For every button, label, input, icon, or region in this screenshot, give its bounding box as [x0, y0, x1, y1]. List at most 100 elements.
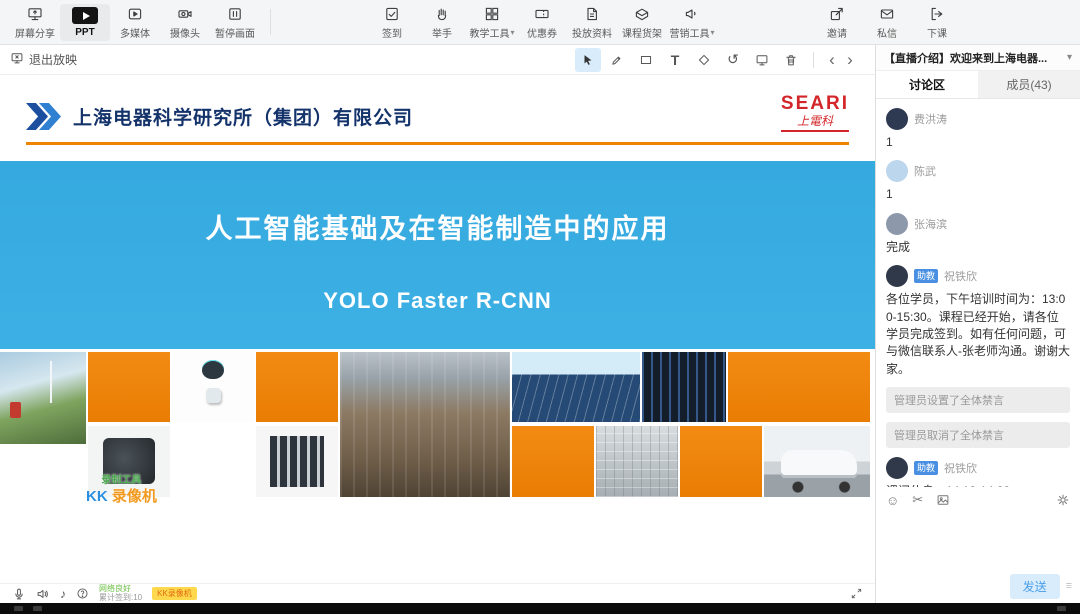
pause-screen-icon	[227, 5, 243, 23]
collage-photo-wind-turbine	[0, 352, 86, 444]
toolbar-button-teaching-tools[interactable]: 教学工具▾	[467, 2, 517, 43]
chevron-down-icon: ▾	[510, 28, 514, 37]
live-intro-title: 【直播介绍】欢迎来到上海电器...	[884, 50, 1063, 66]
microphone-icon[interactable]	[12, 587, 26, 601]
tool-trash[interactable]	[778, 48, 804, 72]
slide-canvas: 上海电器科学研究所（集团）有限公司 SEARI 上電科 人工智能基础及在智能制造…	[0, 75, 875, 583]
toolbar-button-raise-hand[interactable]: 举手	[417, 2, 467, 43]
slide-subtitle: YOLO Faster R-CNN	[323, 288, 551, 314]
toolbar-button-label: PPT	[75, 27, 94, 38]
toolbar-button-screen-share[interactable]: 屏幕分享	[10, 2, 60, 43]
speaker-icon[interactable]	[36, 587, 50, 601]
screen-share-icon	[27, 5, 43, 23]
toolbar-divider	[270, 9, 271, 35]
toolbar-button-multimedia[interactable]: 多媒体	[110, 2, 160, 43]
toolbar-button-pause-screen[interactable]: 暂停画面	[210, 2, 260, 43]
collage-tile-orange	[728, 352, 870, 422]
chevron-down-icon: ▾	[710, 28, 714, 37]
toolbar-button-private-message[interactable]: 私信	[862, 2, 912, 43]
toolbar-button-camera[interactable]: 摄像头	[160, 2, 210, 43]
tool-rectangle[interactable]	[633, 48, 659, 72]
camera-icon	[177, 5, 193, 23]
tool-eraser[interactable]	[691, 48, 717, 72]
tool-text[interactable]: T	[662, 48, 688, 72]
tab-discussion[interactable]: 讨论区	[876, 71, 978, 98]
collage-photo-robot	[172, 352, 254, 422]
recorder-watermark: 录制工具 KK 录像机	[86, 475, 157, 506]
prev-slide-button[interactable]: ‹	[823, 51, 841, 68]
collage-photo-solar-panels	[512, 352, 640, 422]
sender-name: 费洪涛	[914, 111, 947, 127]
toolbar-group-right: 邀请 私信 下课	[812, 2, 962, 43]
toolbar-button-coupon[interactable]: 优惠券	[517, 2, 567, 43]
tool-cursor[interactable]	[575, 48, 601, 72]
settings-gear-button[interactable]	[1056, 493, 1070, 507]
collage-tile-orange	[680, 426, 762, 497]
system-message: 管理员设置了全体禁言	[886, 387, 1070, 413]
toolbar-button-label: 举手	[432, 25, 452, 40]
taskbar-icon[interactable]	[14, 606, 23, 611]
avatar	[886, 108, 908, 130]
avatar	[886, 160, 908, 182]
chat-input-toolbar: ☺ ✂	[876, 487, 1080, 513]
slide-header: 上海电器科学研究所（集团）有限公司 SEARI 上電科	[0, 75, 875, 132]
emoji-button[interactable]: ☺	[886, 493, 899, 508]
toolbar-button-ppt[interactable]: PPT	[60, 4, 110, 41]
tool-pen[interactable]	[604, 48, 630, 72]
exit-projection-icon	[10, 51, 24, 68]
taskbar-icon[interactable]	[33, 606, 42, 611]
toolbar-button-marketing-tools[interactable]: 营销工具▾	[667, 2, 717, 43]
image-button[interactable]	[936, 493, 950, 507]
collage-photo-car	[764, 426, 870, 497]
signin-count: 累计签到:10	[99, 594, 142, 603]
screenshot-button[interactable]: ✂	[912, 492, 923, 508]
tool-undo[interactable]: ↺	[720, 48, 746, 72]
toolbar-button-label: 邀请	[827, 25, 847, 40]
chevron-down-icon: ▾	[1067, 52, 1072, 63]
toolbar-button-course-shelf[interactable]: 课程货架	[617, 2, 667, 43]
toolbar-button-end-class[interactable]: 下课	[912, 2, 962, 43]
collage-tile-orange	[512, 426, 594, 497]
avatar	[886, 265, 908, 287]
send-button[interactable]: 发送	[1010, 574, 1060, 599]
next-slide-button[interactable]: ›	[841, 51, 859, 68]
qa-icon[interactable]	[76, 587, 89, 600]
exit-projection-button[interactable]: 退出放映	[10, 51, 77, 68]
collage-photo-server-rack	[642, 352, 726, 422]
seari-logo: SEARI 上電科	[781, 93, 849, 132]
avatar	[886, 457, 908, 479]
tool-display[interactable]	[749, 48, 775, 72]
annotation-tools: T ↺	[575, 48, 804, 72]
toolbar-button-materials[interactable]: 投放资料	[567, 2, 617, 43]
course-shelf-icon	[634, 5, 650, 23]
expand-icon[interactable]	[850, 587, 863, 600]
tab-members[interactable]: 成员(43)	[978, 71, 1080, 98]
message-text: 1	[886, 186, 1070, 203]
taskbar-icon[interactable]	[1057, 606, 1066, 611]
toolbar-button-label: 签到	[382, 25, 402, 40]
watermark-kk: KK	[86, 488, 108, 505]
bottom-taskbar-strip	[0, 603, 1080, 614]
toolbar-button-label: 摄像头	[170, 25, 200, 40]
live-intro-header[interactable]: 【直播介绍】欢迎来到上海电器... ▾	[876, 45, 1080, 71]
toolbar-group-left: 屏幕分享 PPT 多媒体 摄像头	[10, 2, 260, 43]
presentation-stage: 退出放映 T ↺	[0, 45, 875, 603]
company-brand: 上海电器科学研究所（集团）有限公司	[26, 103, 413, 130]
status-bar: ♪ 网络良好 累计签到:10 KK录像机	[0, 583, 875, 603]
toolbar-button-label: 投放资料	[572, 25, 612, 40]
collage-photo-circuit-breakers	[256, 426, 338, 497]
chat-input[interactable]	[876, 513, 1080, 569]
message-list[interactable]: 费洪涛 1 陈武 1 张海滨 完成	[876, 99, 1080, 487]
toolbar-button-invite[interactable]: 邀请	[812, 2, 862, 43]
sign-in-icon	[384, 5, 400, 23]
private-message-icon	[879, 5, 895, 23]
watermark-badge: KK录像机	[152, 587, 197, 600]
ppt-play-icon	[72, 7, 98, 25]
music-icon[interactable]: ♪	[60, 587, 66, 601]
send-options-icon[interactable]: ≡	[1066, 580, 1072, 592]
seari-logo-subtext: 上電科	[781, 115, 849, 132]
message-text: 1	[886, 134, 1070, 151]
toolbar-button-sign-in[interactable]: 签到	[367, 2, 417, 43]
collage-photo-anechoic-chamber	[596, 426, 678, 497]
title-banner: 人工智能基础及在智能制造中的应用 YOLO Faster R-CNN	[0, 161, 875, 349]
